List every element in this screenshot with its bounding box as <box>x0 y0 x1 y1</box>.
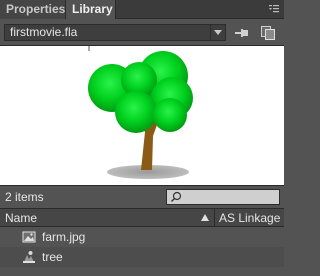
library-item-row[interactable]: tree <box>0 247 284 267</box>
search-input[interactable] <box>183 190 277 204</box>
library-list-empty-area <box>0 267 284 276</box>
column-header-name[interactable]: Name <box>5 211 37 225</box>
symbol-preview <box>0 45 284 186</box>
library-item-name: tree <box>42 250 63 264</box>
column-divider[interactable] <box>214 209 215 226</box>
tab-library[interactable]: Library <box>66 0 116 19</box>
panel-menu-icon[interactable] <box>268 3 280 15</box>
tab-properties[interactable]: Properties <box>0 0 66 19</box>
sort-ascending-icon[interactable] <box>200 213 210 222</box>
pin-library-icon[interactable] <box>234 26 250 40</box>
document-select[interactable]: firstmovie.fla <box>4 24 226 41</box>
document-select-value: firstmovie.fla <box>10 25 78 39</box>
items-count: 2 items <box>5 190 44 204</box>
chevron-down-icon <box>210 25 225 40</box>
library-panel: Properties Library firstmovie.fla 2 item… <box>0 0 284 276</box>
graphic-symbol-icon <box>23 251 35 263</box>
document-row: firstmovie.fla <box>0 20 284 45</box>
bitmap-icon <box>22 231 36 243</box>
library-item-name: farm.jpg <box>42 230 86 244</box>
search-icon <box>171 191 182 202</box>
library-item-row[interactable]: farm.jpg <box>0 227 284 247</box>
new-library-panel-icon[interactable] <box>260 25 276 41</box>
tree-preview-image <box>88 46 193 179</box>
column-header-as-linkage[interactable]: AS Linkage <box>219 211 280 225</box>
library-column-header: Name AS Linkage <box>0 208 284 227</box>
panel-tab-bar: Properties Library <box>0 0 284 19</box>
library-search[interactable] <box>166 189 280 205</box>
library-items-row: 2 items <box>0 186 284 208</box>
